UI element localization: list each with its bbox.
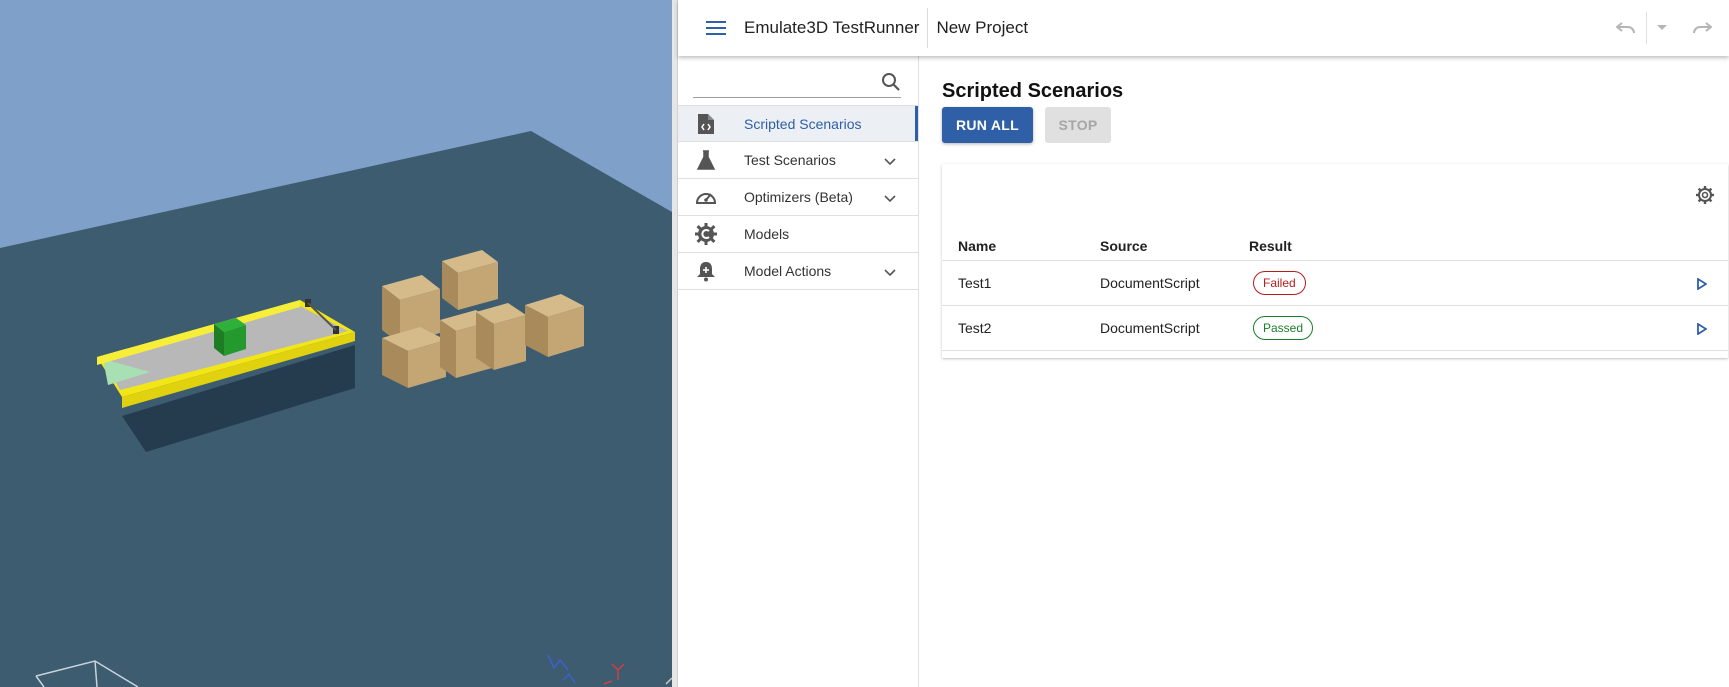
speedometer-icon [695, 186, 717, 208]
sidebar: Scripted Scenarios Test Scenarios Optimi… [678, 56, 919, 687]
3d-viewport[interactable] [0, 0, 672, 687]
sidebar-item-label: Optimizers (Beta) [744, 189, 853, 205]
main-content: Scripted Scenarios RUN ALL STOP Name Sou… [919, 56, 1729, 687]
sidebar-item-test-scenarios[interactable]: Test Scenarios [678, 142, 918, 179]
chevron-down-icon[interactable] [884, 153, 896, 171]
play-icon[interactable] [1694, 276, 1710, 292]
title-divider [927, 8, 929, 48]
table-row[interactable]: Test1 DocumentScript Failed [942, 261, 1728, 306]
test-runner-panel: Emulate3D TestRunner New Project Scripte… [678, 0, 1729, 687]
search-input[interactable] [693, 70, 873, 96]
project-title: New Project [936, 18, 1029, 37]
sidebar-item-label: Models [744, 226, 790, 242]
sidebar-item-label: Model Actions [744, 263, 832, 279]
run-all-button[interactable]: RUN ALL [942, 107, 1033, 143]
status-badge: Passed [1253, 316, 1314, 340]
menu-icon[interactable] [698, 10, 734, 46]
app-bar: Emulate3D TestRunner New Project [678, 0, 1729, 56]
play-icon[interactable] [1694, 321, 1710, 337]
stop-button: STOP [1045, 107, 1111, 143]
caret-down-icon[interactable] [1649, 0, 1675, 56]
bell-plus-icon [695, 260, 717, 282]
script-file-icon [695, 113, 717, 135]
column-header-source[interactable]: Source [1100, 238, 1147, 254]
column-header-name[interactable]: Name [958, 238, 996, 254]
sidebar-item-scripted-scenarios[interactable]: Scripted Scenarios [678, 105, 918, 142]
sidebar-item-model-actions[interactable]: Model Actions [678, 253, 918, 290]
undo-icon[interactable] [1608, 0, 1644, 56]
undo-divider [1646, 12, 1647, 44]
gear-icon[interactable] [1694, 184, 1716, 206]
scenario-source: DocumentScript [1100, 275, 1200, 291]
sidebar-nav: Scripted Scenarios Test Scenarios Optimi… [678, 105, 918, 290]
sidebar-item-label: Scripted Scenarios [744, 115, 862, 132]
flask-icon [695, 149, 717, 171]
sidebar-item-models[interactable]: Models [678, 216, 918, 253]
history-actions [1608, 0, 1729, 56]
column-header-result[interactable]: Result [1249, 238, 1292, 254]
scenarios-table-card: Name Source Result Test1 DocumentScript … [942, 164, 1728, 358]
scenario-name: Test1 [958, 275, 992, 291]
search-box [693, 70, 901, 98]
scene-canvas[interactable] [0, 0, 672, 687]
page-title: Scripted Scenarios [942, 80, 1124, 102]
green-product-box [214, 318, 246, 356]
sidebar-item-optimizers[interactable]: Optimizers (Beta) [678, 179, 918, 216]
redo-icon[interactable] [1675, 0, 1729, 56]
status-badge: Failed [1253, 271, 1306, 295]
model-gear-icon [695, 223, 717, 245]
chevron-down-icon[interactable] [884, 264, 896, 282]
scenario-source: DocumentScript [1100, 320, 1200, 336]
app-title: Emulate3D TestRunner [744, 18, 920, 37]
sidebar-item-label: Test Scenarios [744, 152, 836, 168]
search-icon[interactable] [881, 72, 901, 97]
table-header: Name Source Result [942, 232, 1728, 261]
table-row[interactable]: Test2 DocumentScript Passed [942, 306, 1728, 351]
chevron-down-icon[interactable] [884, 190, 896, 208]
scenario-name: Test2 [958, 320, 992, 336]
